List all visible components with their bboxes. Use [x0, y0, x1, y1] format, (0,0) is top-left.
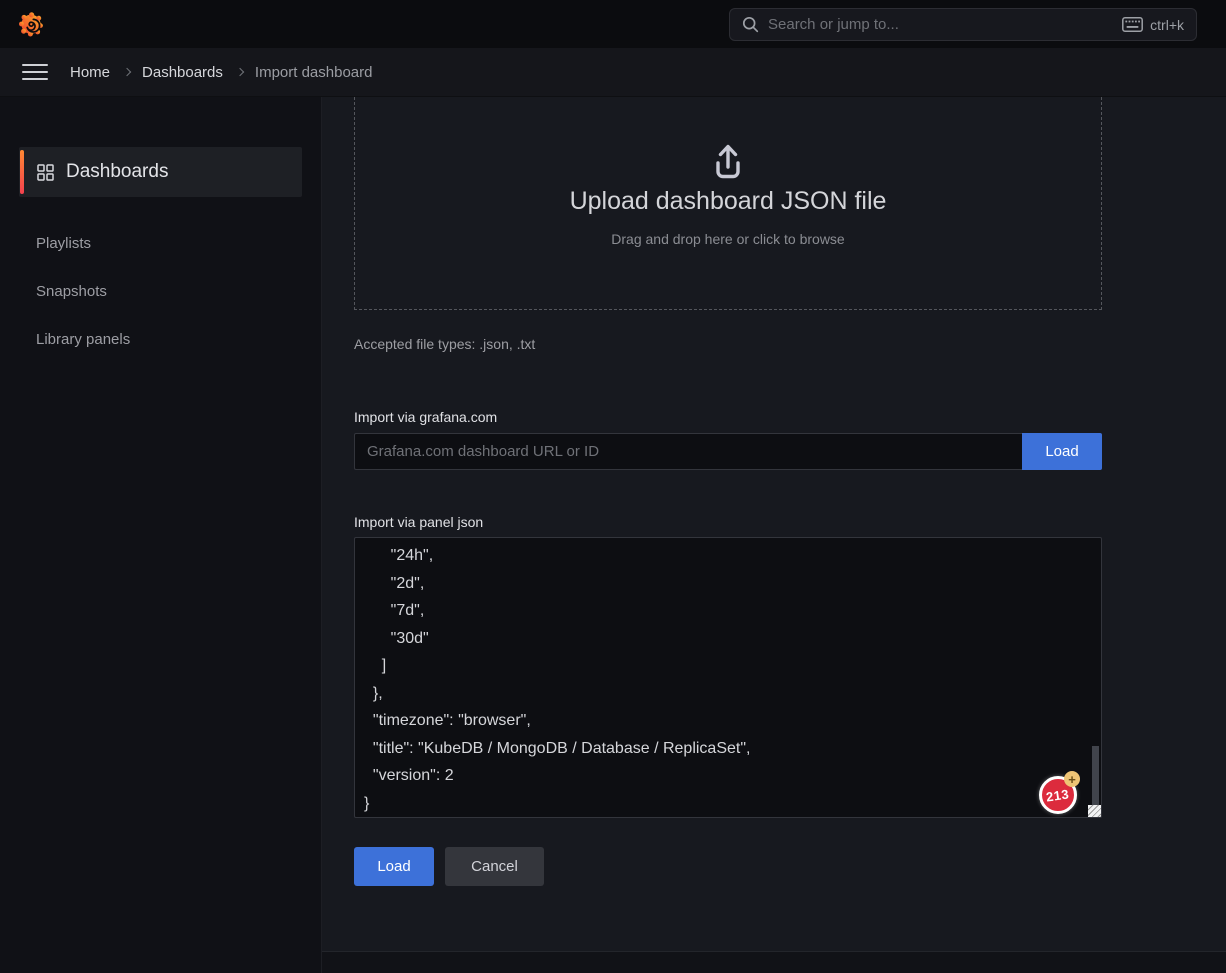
search-placeholder: Search or jump to...	[768, 16, 1122, 33]
breadcrumb-import-dashboard: Import dashboard	[255, 64, 373, 81]
dashboards-grid-icon	[37, 164, 54, 181]
panel-json-textarea[interactable]: "24h", "2d", "7d", "30d" ] }, "timezone"…	[354, 537, 1102, 818]
import-content-panel: Upload dashboard JSON file Drag and drop…	[322, 97, 1226, 952]
chevron-right-icon	[123, 68, 131, 76]
search-shortcut: ctrl+k	[1122, 17, 1184, 33]
breadcrumb-dashboards[interactable]: Dashboards	[142, 64, 223, 81]
panel-json-content: "24h", "2d", "7d", "30d" ] }, "timezone"…	[355, 538, 1101, 817]
extension-badge-count: 213	[1045, 786, 1070, 804]
sidebar-item-playlists[interactable]: Playlists	[0, 219, 321, 267]
keyboard-icon	[1122, 17, 1143, 32]
accepted-file-types: Accepted file types: .json, .txt	[354, 336, 1102, 352]
upload-title: Upload dashboard JSON file	[570, 187, 887, 216]
textarea-resize-handle[interactable]	[1088, 805, 1101, 817]
import-gcom-label: Import via grafana.com	[354, 409, 1102, 425]
search-input[interactable]: Search or jump to...	[729, 8, 1197, 41]
sidebar-item-library-panels[interactable]: Library panels	[0, 315, 321, 363]
load-button[interactable]: Load	[354, 847, 434, 886]
breadcrumb-bar: Home Dashboards Import dashboard	[0, 48, 1226, 97]
extension-count-badge: 213 +	[1039, 776, 1077, 814]
textarea-scrollbar[interactable]	[1092, 746, 1099, 808]
menu-toggle-icon[interactable]	[22, 64, 48, 81]
import-dashboard-page: Search or jump to...	[0, 0, 1226, 973]
page-background	[322, 952, 1226, 973]
gcom-url-input[interactable]	[354, 433, 1022, 470]
sidebar-nav-list: Playlists Snapshots Library panels	[0, 219, 321, 363]
search-icon	[742, 16, 759, 33]
sidebar-item-label: Dashboards	[66, 161, 168, 183]
search-shortcut-label: ctrl+k	[1150, 17, 1184, 33]
breadcrumb: Home Dashboards Import dashboard	[70, 64, 372, 81]
chevron-right-icon	[236, 68, 244, 76]
sidebar: Dashboards Playlists Snapshots Library p…	[0, 97, 322, 973]
import-panel-json-label: Import via panel json	[354, 514, 1102, 530]
sidebar-item-dashboards[interactable]: Dashboards	[19, 147, 302, 197]
extension-badge-plus-icon: +	[1064, 771, 1080, 787]
upload-icon	[706, 141, 750, 181]
upload-subtitle: Drag and drop here or click to browse	[611, 231, 844, 247]
breadcrumb-home[interactable]: Home	[70, 64, 110, 81]
sidebar-item-snapshots[interactable]: Snapshots	[0, 267, 321, 315]
upload-dropzone[interactable]: Upload dashboard JSON file Drag and drop…	[354, 97, 1102, 310]
top-nav-bar: Search or jump to...	[0, 0, 1226, 48]
grafana-logo-icon[interactable]	[16, 9, 46, 39]
cancel-button[interactable]: Cancel	[445, 847, 544, 886]
active-accent-bar	[20, 150, 24, 194]
gcom-load-button[interactable]: Load	[1022, 433, 1102, 470]
